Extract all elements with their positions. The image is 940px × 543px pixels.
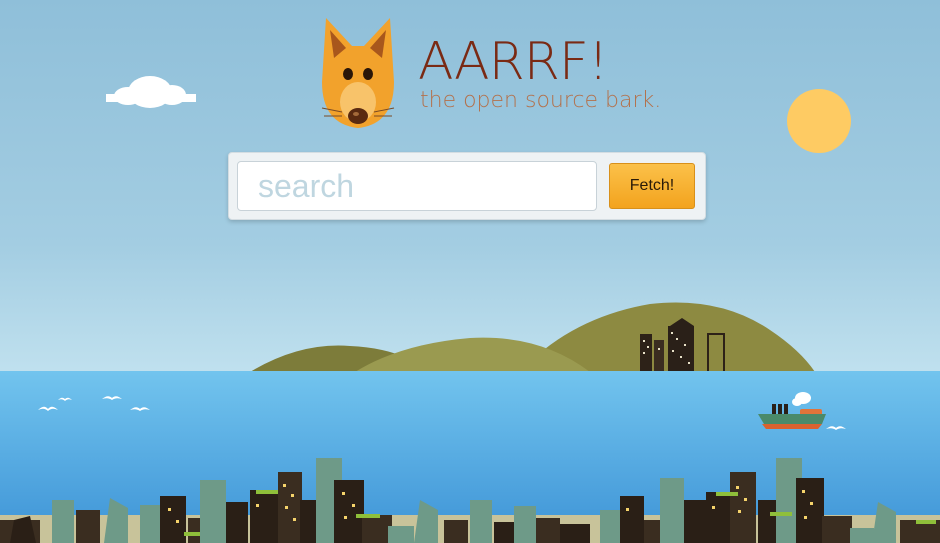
brand-tagline: the open source bark. — [420, 88, 662, 113]
sun-icon — [787, 89, 851, 153]
search-input[interactable] — [237, 161, 597, 211]
fox-head-icon — [321, 18, 395, 128]
search-panel: Fetch! — [228, 152, 706, 220]
cloud-icon — [106, 76, 196, 108]
fetch-button[interactable]: Fetch! — [609, 163, 695, 209]
brand-title: AARRF! — [418, 32, 609, 92]
hills — [250, 302, 815, 372]
